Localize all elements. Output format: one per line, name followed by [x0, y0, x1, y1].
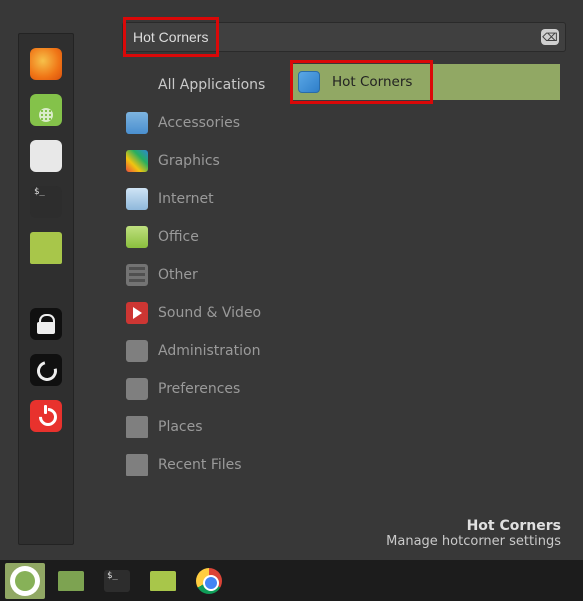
settings-icon[interactable] — [30, 140, 62, 172]
category-label: Administration — [158, 343, 260, 359]
app-grid-icon[interactable] — [30, 94, 62, 126]
taskbar-terminal[interactable] — [97, 563, 137, 599]
category-label: Places — [158, 419, 203, 435]
preferences-icon — [126, 378, 148, 400]
category-preferences[interactable]: Preferences — [126, 370, 276, 408]
office-icon — [126, 226, 148, 248]
places-icon — [126, 416, 148, 438]
search-row: ⌫ — [122, 22, 566, 52]
selection-description: Manage hotcorner settings — [386, 534, 561, 549]
category-all-applications[interactable]: All Applications — [126, 66, 276, 104]
other-icon — [126, 264, 148, 286]
terminal-icon — [104, 570, 130, 592]
show-desktop-icon — [58, 571, 84, 591]
firefox-icon[interactable] — [30, 48, 62, 80]
result-hot-corners[interactable]: Hot Corners — [290, 64, 560, 100]
taskbar-menu-button[interactable] — [5, 563, 45, 599]
category-label: Graphics — [158, 153, 220, 169]
category-label: All Applications — [158, 77, 265, 93]
results-list: Hot Corners — [290, 64, 560, 100]
files-icon — [150, 571, 176, 591]
category-label: Other — [158, 267, 198, 283]
administration-icon — [126, 340, 148, 362]
category-list: All Applications Accessories Graphics In… — [126, 66, 276, 484]
graphics-icon — [126, 150, 148, 172]
files-icon[interactable] — [30, 232, 62, 264]
terminal-icon[interactable] — [30, 186, 62, 218]
chrome-icon — [196, 568, 222, 594]
category-places[interactable]: Places — [126, 408, 276, 446]
taskbar — [0, 560, 583, 601]
clear-search-button[interactable]: ⌫ — [541, 29, 559, 45]
category-administration[interactable]: Administration — [126, 332, 276, 370]
taskbar-files[interactable] — [143, 563, 183, 599]
lock-icon[interactable] — [30, 308, 62, 340]
mint-logo-icon — [10, 566, 40, 596]
search-input[interactable] — [123, 23, 541, 51]
result-label: Hot Corners — [332, 74, 412, 90]
category-other[interactable]: Other — [126, 256, 276, 294]
category-label: Sound & Video — [158, 305, 261, 321]
internet-icon — [126, 188, 148, 210]
category-office[interactable]: Office — [126, 218, 276, 256]
power-icon[interactable] — [30, 400, 62, 432]
category-sound-video[interactable]: Sound & Video — [126, 294, 276, 332]
category-internet[interactable]: Internet — [126, 180, 276, 218]
category-graphics[interactable]: Graphics — [126, 142, 276, 180]
category-label: Accessories — [158, 115, 240, 131]
sound-video-icon — [126, 302, 148, 324]
application-menu: ⌫ All Applications Accessories Graphics … — [0, 0, 583, 560]
category-label: Recent Files — [158, 457, 242, 473]
category-label: Office — [158, 229, 199, 245]
selection-info: Hot Corners Manage hotcorner settings — [386, 518, 561, 549]
favorites-sidebar — [18, 33, 74, 545]
category-accessories[interactable]: Accessories — [126, 104, 276, 142]
category-recent-files[interactable]: Recent Files — [126, 446, 276, 484]
selection-title: Hot Corners — [386, 518, 561, 534]
category-label: Internet — [158, 191, 214, 207]
taskbar-chrome[interactable] — [189, 563, 229, 599]
category-label: Preferences — [158, 381, 240, 397]
taskbar-show-desktop[interactable] — [51, 563, 91, 599]
logout-icon[interactable] — [30, 354, 62, 386]
accessories-icon — [126, 112, 148, 134]
recent-files-icon — [126, 454, 148, 476]
hot-corners-icon — [298, 71, 320, 93]
